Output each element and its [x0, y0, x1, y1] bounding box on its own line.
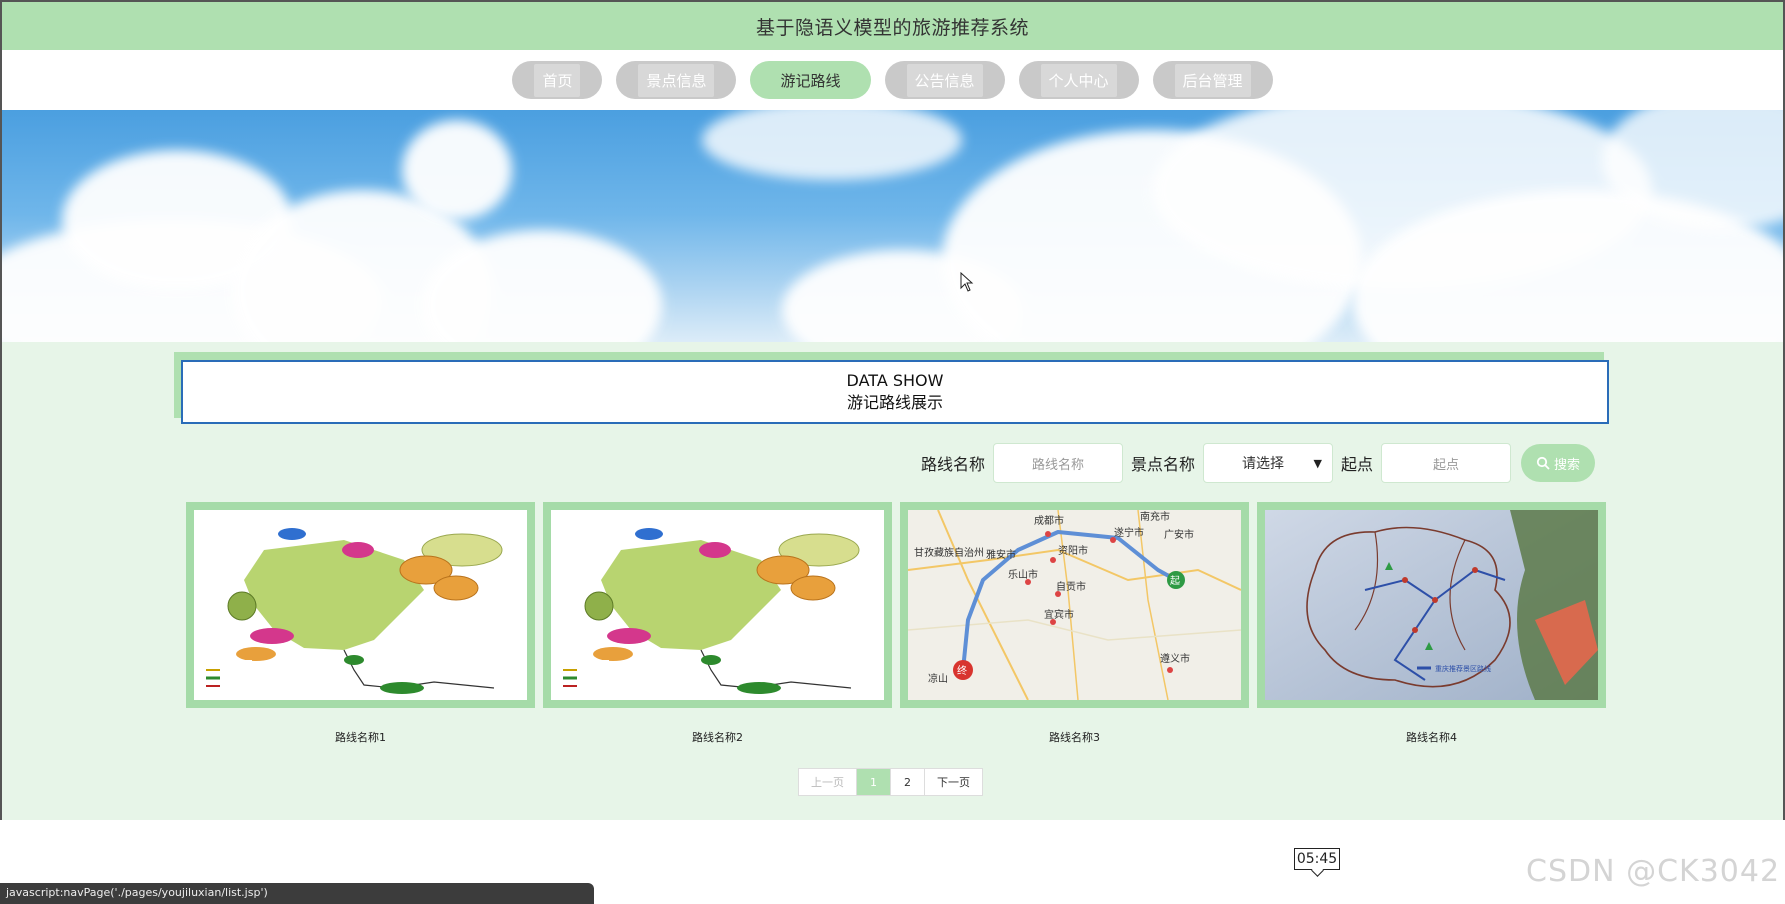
map-label-zunyi: 遵义市 — [1160, 652, 1190, 665]
search-bar: 路线名称 路线名称 景点名称 请选择 ▼ 起点 起点 搜索 — [921, 442, 1595, 484]
section-heading: DATA SHOW 游记路线展示 — [181, 360, 1609, 424]
route-card[interactable]: 路线名称1 — [186, 502, 535, 745]
next-page-button[interactable]: 下一页 — [925, 769, 982, 795]
content-area: DATA SHOW 游记路线展示 路线名称 路线名称 景点名称 请选择 ▼ 起点… — [0, 342, 1785, 820]
search-button-label: 搜索 — [1553, 457, 1580, 473]
nav-label: 景点信息 — [638, 63, 715, 97]
card-image-frame[interactable]: 成都市 南充市 遂宁市 广安市 甘孜藏族自治州 雅安市 资阳市 乐山市 自贡市 … — [900, 502, 1249, 708]
nav-item-admin[interactable]: 后台管理 — [1152, 61, 1273, 99]
route-name-input[interactable]: 路线名称 — [992, 443, 1123, 483]
route-name-label: 路线名称 — [920, 455, 985, 474]
start-point-label: 起点 — [1340, 455, 1373, 474]
nav-item-announcements[interactable]: 公告信息 — [884, 61, 1005, 99]
map-label-yaan: 雅安市 — [986, 548, 1016, 561]
scenic-map-image — [194, 510, 527, 700]
top-header: 基于隐语义模型的旅游推荐系统 — [0, 0, 1785, 50]
nav-item-personal-center[interactable]: 个人中心 — [1018, 61, 1139, 99]
route-card[interactable]: 路线名称2 — [543, 502, 892, 745]
road-map-image: 成都市 南充市 遂宁市 广安市 甘孜藏族自治州 雅安市 资阳市 乐山市 自贡市 … — [908, 510, 1241, 700]
site-title: 基于隐语义模型的旅游推荐系统 — [755, 16, 1029, 39]
section-title-cn: 游记路线展示 — [846, 393, 943, 412]
route-start-marker: 起 — [1170, 575, 1180, 587]
chevron-down-icon: ▼ — [1313, 456, 1322, 470]
search-icon — [1536, 456, 1550, 470]
map-label-leshan: 乐山市 — [1008, 568, 1038, 581]
start-point-input[interactable]: 起点 — [1381, 443, 1511, 483]
page-2-button[interactable]: 2 — [891, 769, 925, 795]
scenic-name-select[interactable]: 请选择 ▼ — [1202, 443, 1333, 483]
pagination: 上一页 1 2 下一页 — [798, 768, 983, 796]
scenic-select-value: 请选择 — [1241, 456, 1284, 472]
browser-status-bar: javascript:navPage('./pages/youjiluxian/… — [0, 883, 594, 904]
nav-item-home[interactable]: 首页 — [512, 61, 603, 99]
nav-label: 游记路线 — [780, 71, 841, 90]
card-image-frame[interactable] — [543, 502, 892, 708]
map-label-nanchong: 南充市 — [1140, 510, 1170, 523]
page-1-button[interactable]: 1 — [857, 769, 891, 795]
nav-label: 个人中心 — [1040, 63, 1117, 97]
nav-label: 后台管理 — [1174, 63, 1251, 97]
route-card-list: 路线名称1 路线名称2 成都市 南充市 遂宁市 广安市 甘孜藏族自治州 雅安市 … — [186, 502, 1606, 745]
route-map-caption: 重庆推荐景区路线 — [1435, 664, 1491, 673]
mouse-cursor-icon — [960, 272, 974, 292]
nav-item-travel-routes[interactable]: 游记路线 — [750, 61, 871, 99]
route-card[interactable]: 重庆推荐景区路线 路线名称4 — [1257, 502, 1606, 745]
scenic-name-label: 景点名称 — [1130, 455, 1195, 474]
prev-page-button[interactable]: 上一页 — [799, 769, 857, 795]
map-label-zigong: 自贡市 — [1056, 580, 1086, 593]
map-label-suining: 遂宁市 — [1114, 526, 1144, 539]
hand-drawn-map-image: 重庆推荐景区路线 — [1265, 510, 1598, 700]
map-label-guangan: 广安市 — [1164, 528, 1194, 541]
map-label-ziyang: 资阳市 — [1058, 544, 1088, 557]
route-card[interactable]: 成都市 南充市 遂宁市 广安市 甘孜藏族自治州 雅安市 资阳市 乐山市 自贡市 … — [900, 502, 1249, 745]
main-nav: 首页 景点信息 游记路线 公告信息 个人中心 后台管理 — [0, 50, 1785, 110]
nav-label: 首页 — [534, 63, 581, 97]
scenic-map-image — [551, 510, 884, 700]
route-card-name[interactable]: 路线名称2 — [543, 729, 892, 745]
card-image-frame[interactable]: 重庆推荐景区路线 — [1257, 502, 1606, 708]
sky-banner — [0, 110, 1785, 342]
route-end-marker: 终 — [957, 664, 967, 677]
time-tooltip: 05:45 — [1294, 848, 1340, 870]
map-label-ganzi: 甘孜藏族自治州 — [914, 546, 984, 559]
section-title-en: DATA SHOW — [846, 371, 944, 390]
route-card-name[interactable]: 路线名称4 — [1257, 729, 1606, 745]
map-label-chengdu: 成都市 — [1034, 514, 1064, 527]
nav-item-scenic-info[interactable]: 景点信息 — [616, 61, 737, 99]
card-image-frame[interactable] — [186, 502, 535, 708]
nav-label: 公告信息 — [906, 63, 983, 97]
map-label-liangshan: 凉山 — [928, 672, 948, 685]
search-button[interactable]: 搜索 — [1521, 444, 1595, 482]
route-card-name[interactable]: 路线名称3 — [900, 729, 1249, 745]
route-card-name[interactable]: 路线名称1 — [186, 729, 535, 745]
map-label-yibin: 宜宾市 — [1044, 608, 1074, 621]
watermark: CSDN @CK3042 — [1526, 854, 1781, 889]
